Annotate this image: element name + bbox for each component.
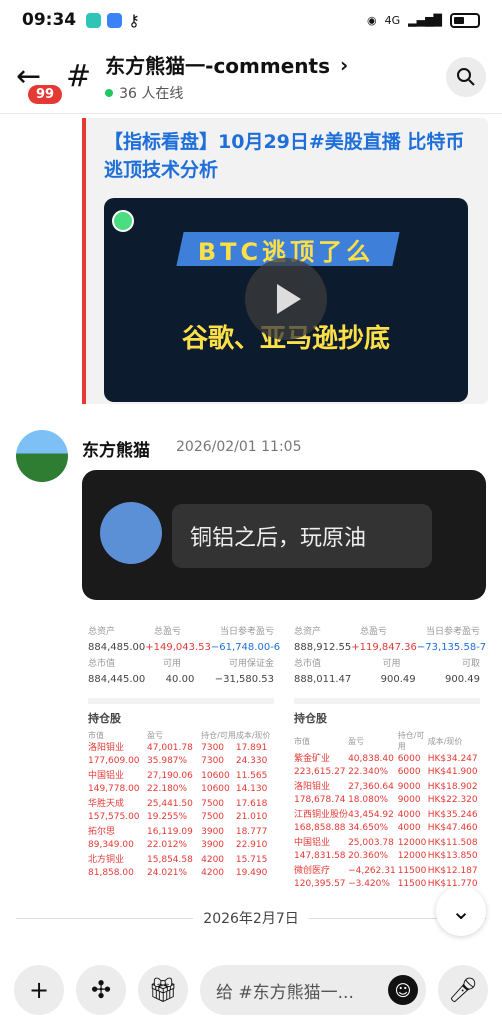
online-dot-icon: [105, 89, 114, 97]
table-row: 中国铝业 147,831.58 25,003.78 20.360% 12000 12…: [294, 838, 478, 861]
pinned-post-card[interactable]: 【指标看盘】10月29日#美股直播 比特币逃顶技术分析 BTC逃顶了么 谷歌、亚…: [82, 118, 488, 404]
quoted-text: 铜铝之后，玩原油: [172, 504, 432, 568]
message-timestamp: 2026/02/01 11:05: [176, 439, 302, 455]
message-author[interactable]: 东方熊猫: [82, 436, 150, 461]
pinned-post-title[interactable]: 【指标看盘】10月29日#美股直播 比特币逃顶技术分析: [104, 128, 470, 184]
avatar[interactable]: [16, 430, 68, 482]
status-bar: 09:34 ⚷ ◉ 4G ▂▄▆█: [0, 0, 502, 40]
portfolio-screenshots[interactable]: 总资产 总盈亏 当日参考盈亏 884,485.00 +149,043.53 −61,74…: [82, 620, 486, 890]
table-row: 中国铝业 149,778.00 27,190.06 22.180% 10600 10…: [88, 771, 268, 794]
table-row: 紫金矿业 223,615.27 40,838.40 22.340% 6000 600…: [294, 754, 478, 777]
battery-icon: [450, 12, 480, 28]
add-button[interactable]: +: [14, 965, 64, 1015]
network-label: 4G: [384, 13, 401, 27]
channel-title-text: 东方熊猫一-comments: [105, 54, 330, 78]
holdings-table: 市值 盈亏 持仓/可用 成本/现价 紫金矿业 223,615.27 40,838.40 …: [294, 730, 480, 890]
video-thumbnail[interactable]: BTC逃顶了么 谷歌、亚马逊抄底: [104, 198, 468, 402]
message-input[interactable]: 给 #东方熊猫一... ☺: [200, 965, 426, 1015]
emoji-icon[interactable]: ☺: [388, 975, 418, 1005]
online-count: 36 人在线: [119, 86, 184, 102]
quoted-image[interactable]: 铜铝之后，玩原油: [82, 470, 486, 600]
holdings-header: 持仓股: [294, 698, 480, 726]
scroll-to-bottom-button[interactable]: ⌄: [436, 886, 486, 936]
apps-button[interactable]: ✣: [76, 965, 126, 1015]
table-row: 拓尔思 89,349.00 16,119.09 22.012% 3900 3900 1…: [88, 827, 268, 850]
message-input-placeholder: 给 #东方熊猫一...: [216, 982, 354, 1003]
chat-header: ← 99 # 东方熊猫一-comments › 36 人在线: [0, 40, 502, 114]
channel-title[interactable]: 东方熊猫一-comments ›: [105, 50, 446, 79]
table-row: 江西铜业股份 168,858.88 43,454.92 34.650% 4000 4…: [294, 810, 478, 833]
search-button[interactable]: [446, 56, 486, 97]
quoted-avatar: [100, 502, 162, 564]
message-notification-icon: [107, 12, 123, 28]
back-button[interactable]: ← 99: [16, 59, 63, 104]
app-notification-icon: [86, 12, 102, 28]
unread-badge: 99: [28, 85, 63, 104]
voice-button[interactable]: 🎤︎: [438, 965, 488, 1015]
gift-button[interactable]: 🎁︎: [138, 965, 188, 1015]
gift-icon: 🎁︎: [147, 976, 179, 1004]
date-separator-label: 2026年2月7日: [203, 911, 299, 927]
signal-icon: ▂▄▆█: [408, 13, 442, 27]
portfolio-screenshot-2[interactable]: 总资产 总盈亏 当日参考盈亏 888,912.55 +119,847.36 −73,13…: [288, 620, 486, 890]
search-icon: [457, 67, 475, 86]
microphone-icon: 🎤︎: [447, 976, 479, 1004]
chevron-down-icon: ⌄: [450, 897, 472, 925]
composer-bar: + ✣ 🎁︎ 给 #东方熊猫一... ☺ 🎤︎: [0, 956, 502, 1024]
play-icon[interactable]: [245, 258, 327, 340]
key-icon: ⚷: [128, 10, 140, 30]
table-row: 洛阳钼业 178,678.74 27,360.64 18.080% 9000 900…: [294, 782, 478, 805]
apps-grid-icon: ✣: [90, 976, 112, 1004]
status-time: 09:34: [22, 10, 77, 30]
table-row: 洛阳钼业 177,609.00 47,001.78 35.987% 7300 730…: [88, 743, 268, 766]
holdings-table: 市值 盈亏 持仓/可用 成本/现价 洛阳钼业 177,609.00 47,001.78 …: [88, 730, 274, 881]
video-channel-avatar: [112, 210, 134, 232]
table-row: 华胜天成 157,575.00 25,441.50 19.255% 7500 750…: [88, 799, 268, 822]
portfolio-screenshot-1[interactable]: 总资产 总盈亏 当日参考盈亏 884,485.00 +149,043.53 −61,74…: [82, 620, 280, 890]
chevron-right-icon: ›: [339, 52, 349, 77]
plus-icon: +: [28, 976, 50, 1004]
holdings-header: 持仓股: [88, 698, 274, 726]
date-separator: 2026年2月7日: [16, 908, 486, 928]
channel-hash-icon: #: [66, 59, 92, 94]
table-row: 微创医疗 120,395.57 −4,262.31 −3.420% 11500 11…: [294, 866, 478, 889]
table-row: 北方铜业 81,858.00 15,854.58 24.021% 4200 4200…: [88, 855, 268, 878]
hotspot-icon: ◉: [367, 13, 377, 27]
